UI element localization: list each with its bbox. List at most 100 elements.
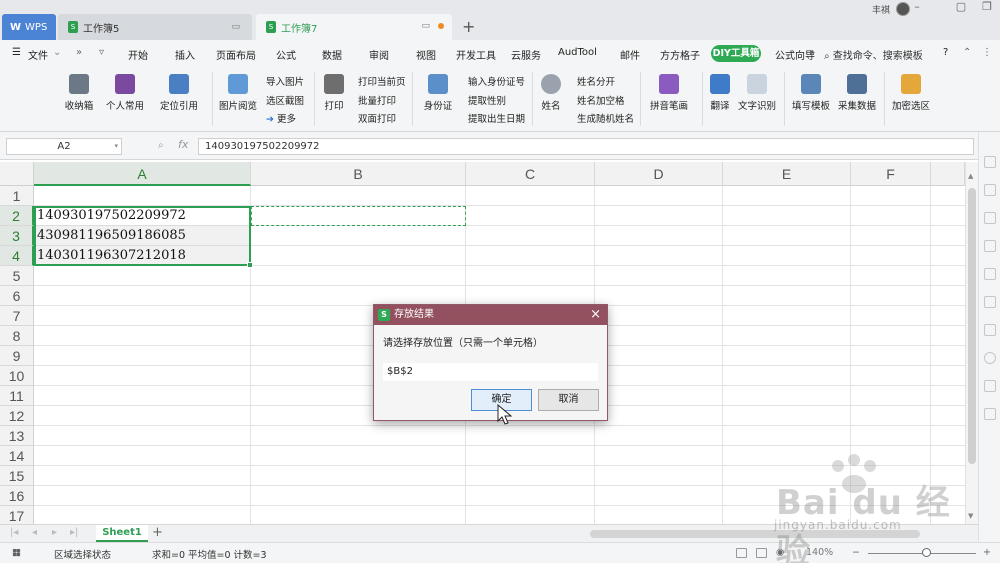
share-icon[interactable] — [984, 324, 996, 336]
row-header-11[interactable]: 11 — [0, 386, 34, 406]
name-add-space-button[interactable]: 姓名加空格 — [577, 93, 625, 107]
storage-box-button[interactable]: 收纳箱 — [62, 74, 96, 112]
batch-print-button[interactable]: 批量打印 — [358, 93, 396, 107]
column-header-b[interactable]: B — [251, 162, 466, 186]
minimize-icon[interactable]: – — [906, 0, 928, 14]
maximize-icon[interactable]: ▢ — [950, 0, 972, 14]
history-icon[interactable] — [984, 352, 996, 364]
duplex-print-button[interactable]: 双面打印 — [358, 111, 396, 125]
personal-common-button[interactable]: 个人常用 — [102, 74, 148, 112]
fill-handle[interactable] — [247, 262, 253, 268]
first-sheet-icon[interactable]: |◂ — [10, 527, 18, 538]
tab-workbook5[interactable]: S 工作簿5 ▭ — [58, 14, 252, 40]
menu-review[interactable]: 审阅 — [369, 47, 389, 62]
menu-diy-toolbox[interactable]: DIY工具箱 — [711, 45, 761, 62]
fx-icon[interactable]: fx — [178, 138, 188, 151]
row-header-9[interactable]: 9 — [0, 346, 34, 366]
pinyin-strokes-button[interactable]: 拼音笔画 — [646, 74, 692, 112]
input-id-number-button[interactable]: 输入身份证号 — [468, 74, 525, 88]
random-name-button[interactable]: 生成随机姓名 — [577, 111, 634, 125]
row-header-14[interactable]: 14 — [0, 446, 34, 466]
page-layout-view-icon[interactable] — [756, 548, 767, 558]
menu-dev-tools[interactable]: 开发工具 — [456, 47, 496, 62]
range-screenshot-button[interactable]: 选区截图 — [266, 93, 304, 107]
zoom-level[interactable]: 140% — [806, 547, 833, 558]
tab-workbook7[interactable]: S 工作簿7 ▭ — [256, 14, 452, 40]
dialog-title-bar[interactable]: S 存放结果 × — [374, 305, 607, 325]
chevron-down-icon[interactable]: ⌄ — [53, 47, 61, 58]
next-sheet-icon[interactable]: ▸ — [52, 527, 57, 538]
scroll-right-icon[interactable]: ▸ — [810, 47, 815, 58]
chart-icon[interactable] — [984, 268, 996, 280]
zoom-out-icon[interactable]: − — [852, 547, 860, 558]
new-tab-button[interactable]: + — [462, 17, 475, 36]
menu-formula-wizard[interactable]: 公式向导 — [775, 47, 815, 62]
customize-icon[interactable]: ▿ — [99, 47, 104, 58]
vertical-scrollbar[interactable]: ▲ ▼ — [965, 162, 978, 524]
eye-icon[interactable]: ◉ — [776, 547, 784, 558]
select-all-corner[interactable] — [0, 162, 34, 186]
menu-mail[interactable]: 邮件 — [620, 47, 640, 62]
extract-birthdate-button[interactable]: 提取出生日期 — [468, 111, 525, 125]
hamburger-icon[interactable]: ☰ — [12, 47, 21, 58]
location-input[interactable]: $B$2 — [383, 363, 598, 381]
menu-audtool[interactable]: AudTool — [558, 47, 597, 58]
tab-wps[interactable]: W WPS — [2, 14, 56, 40]
more-left-icon[interactable]: » — [76, 47, 82, 58]
row-header-3[interactable]: 3 — [0, 226, 34, 246]
menu-insert[interactable]: 插入 — [175, 47, 195, 62]
row-header-2[interactable]: 2 — [0, 206, 34, 226]
cancel-button[interactable]: 取消 — [538, 389, 599, 411]
row-header-15[interactable]: 15 — [0, 466, 34, 486]
id-card-button[interactable]: 身份证 — [418, 74, 458, 112]
macro-record-icon[interactable]: ▦ — [12, 547, 21, 558]
cell-a2[interactable]: 140930197502209972 — [37, 206, 186, 226]
image-viewer-button[interactable]: 图片阅览 — [218, 74, 258, 112]
import-image-button[interactable]: 导入图片 — [266, 74, 304, 88]
more-button[interactable]: ➔ 更多 — [266, 111, 296, 125]
normal-view-icon[interactable] — [736, 548, 747, 558]
row-header-4[interactable]: 4 — [0, 246, 34, 266]
print-current-page-button[interactable]: 打印当前页 — [358, 74, 406, 88]
formula-input[interactable]: 140930197502209972 — [198, 138, 974, 155]
style-icon[interactable] — [984, 240, 996, 252]
row-header-10[interactable]: 10 — [0, 366, 34, 386]
row-header-12[interactable]: 12 — [0, 406, 34, 426]
name-box[interactable]: A2 ▾ — [6, 138, 122, 155]
row-header-1[interactable]: 1 — [0, 186, 34, 206]
column-header-a[interactable]: A — [34, 162, 251, 186]
row-header-16[interactable]: 16 — [0, 486, 34, 506]
row-header-6[interactable]: 6 — [0, 286, 34, 306]
menu-cloud[interactable]: 云服务 — [511, 47, 541, 62]
collect-data-button[interactable]: 采集数据 — [836, 74, 878, 112]
collapse-ribbon-icon[interactable]: ⌃ — [963, 47, 971, 58]
column-header-c[interactable]: C — [466, 162, 595, 186]
select-tool-icon[interactable] — [984, 156, 996, 168]
help-panel-icon[interactable] — [984, 408, 996, 420]
restore-icon[interactable]: ❐ — [976, 0, 998, 14]
locate-reference-button[interactable]: 定位引用 — [156, 74, 202, 112]
row-header-7[interactable]: 7 — [0, 306, 34, 326]
row-header-8[interactable]: 8 — [0, 326, 34, 346]
menu-page-layout[interactable]: 页面布局 — [216, 47, 256, 62]
chevron-down-icon[interactable]: ▾ — [114, 139, 118, 154]
menu-view[interactable]: 视图 — [416, 47, 436, 62]
vertical-scrollbar-thumb[interactable] — [968, 188, 976, 464]
user-area[interactable]: 丰祺 — [872, 2, 910, 16]
prev-sheet-icon[interactable]: ◂ — [32, 527, 37, 538]
menu-file[interactable]: 文件 — [28, 47, 48, 62]
sheet-tab-sheet1[interactable]: Sheet1 — [96, 525, 148, 542]
ocr-button[interactable]: 文字识别 — [737, 74, 777, 112]
monitor-icon[interactable]: ▭ — [421, 21, 430, 31]
menu-data[interactable]: 数据 — [322, 47, 342, 62]
scroll-down-icon[interactable]: ▼ — [968, 512, 973, 520]
menu-fangfang[interactable]: 方方格子 — [660, 47, 700, 62]
close-icon[interactable]: × — [590, 305, 601, 325]
menu-formula[interactable]: 公式 — [276, 47, 296, 62]
cell-a3[interactable]: 430981196509186085 — [37, 226, 186, 246]
menu-home[interactable]: 开始 — [128, 47, 148, 62]
wrench-icon[interactable] — [984, 212, 996, 224]
extract-gender-button[interactable]: 提取性别 — [468, 93, 506, 107]
monitor-icon[interactable]: ▭ — [231, 22, 240, 32]
last-sheet-icon[interactable]: ▸| — [70, 527, 78, 538]
